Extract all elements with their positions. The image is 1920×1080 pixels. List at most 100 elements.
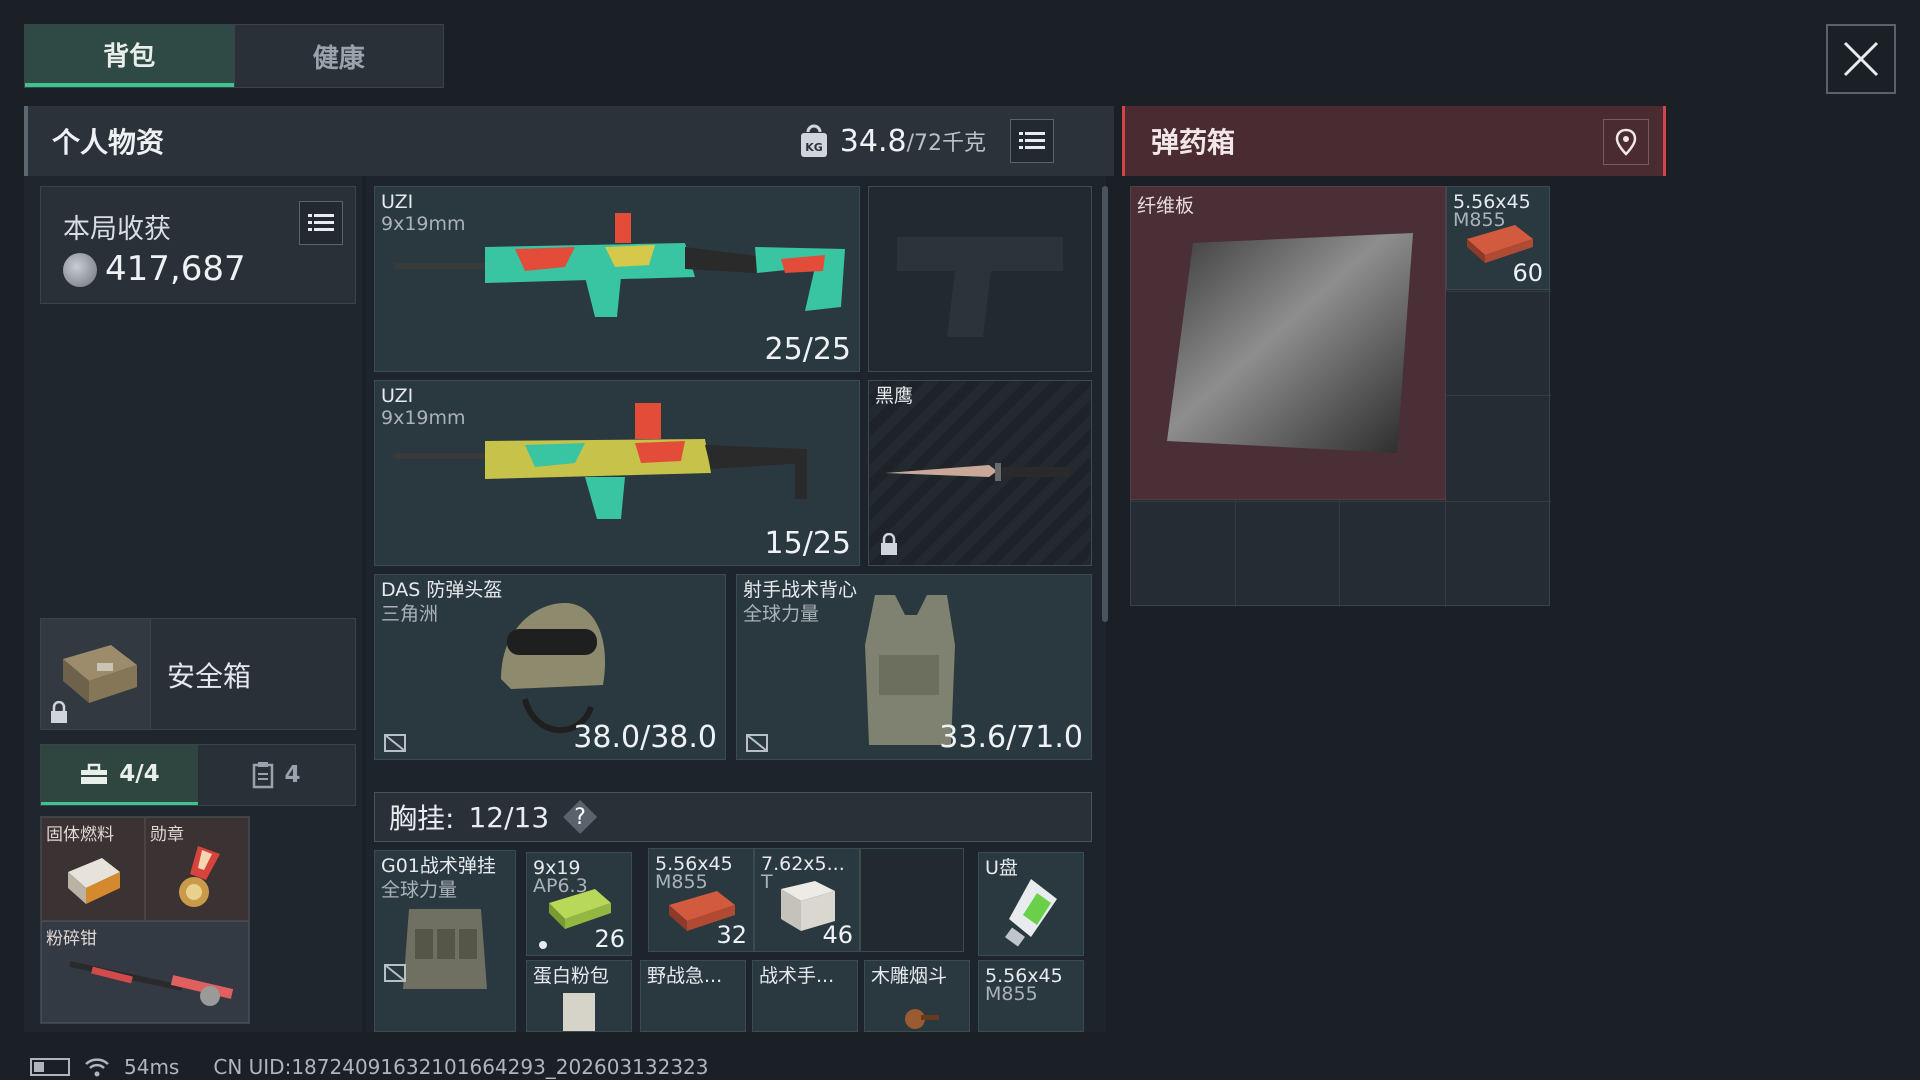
vest-name: 射手战术背心 <box>743 579 858 601</box>
rig-item-carved-pipe[interactable]: 木雕烟斗 <box>864 960 970 1032</box>
item-sub: T <box>761 871 773 893</box>
close-icon <box>1843 41 1879 77</box>
ammo-box-item-556[interactable]: 5.56x45 M855 60 <box>1446 186 1550 290</box>
ammo-box-item-fiberboard[interactable]: 纤维板 <box>1130 186 1446 500</box>
item-name: 粉碎钳 <box>46 929 97 949</box>
weight-max: /72千克 <box>906 131 986 156</box>
chest-rig-icon <box>403 909 487 989</box>
item-qty: 46 <box>822 921 853 949</box>
item-qty: 60 <box>1512 259 1543 287</box>
protein-pack-icon <box>563 993 595 1031</box>
harvest-value: 417,687 <box>105 249 246 289</box>
tab-backpack[interactable]: 背包 <box>25 25 234 87</box>
bolt-cutter-icon <box>69 961 234 1006</box>
item-name: 蛋白粉包 <box>533 965 610 987</box>
item-name: 战术手... <box>759 965 835 987</box>
dot-indicator <box>539 941 547 949</box>
rig-item-chest-rig[interactable]: G01战术弹挂 全球力量 <box>374 850 516 1032</box>
list-icon <box>308 214 334 231</box>
rig-item-tactical-gloves[interactable]: 战术手... <box>752 960 858 1032</box>
item-name: 木雕烟斗 <box>871 965 948 987</box>
close-button[interactable] <box>1826 24 1896 94</box>
personal-supplies-title: 个人物资 <box>52 126 165 159</box>
subtab-clipboard-label: 4 <box>284 762 301 788</box>
item-qty: 26 <box>594 925 625 953</box>
no-repair-icon <box>384 734 406 752</box>
weapon-slot-pistol[interactable] <box>868 186 1092 372</box>
battery-icon <box>30 1058 70 1076</box>
rig-item-protein-pack[interactable]: 蛋白粉包 <box>526 960 632 1032</box>
inventory-tabs: 背包 健康 <box>24 24 444 88</box>
safe-box-slot[interactable]: 安全箱 <box>40 618 356 730</box>
weapon-slot-secondary[interactable]: UZI 9x19mm 15/25 <box>374 380 860 566</box>
vest-slot[interactable]: 射手战术背心 全球力量 33.6/71.0 <box>736 574 1092 760</box>
item-sub: M855 <box>985 983 1038 1005</box>
helmet-slot[interactable]: DAS 防弹头盔 三角洲 38.0/38.0 <box>374 574 726 760</box>
knife-name: 黑鹰 <box>875 385 914 407</box>
weight-indicator: KG 34.8/72千克 <box>798 106 1054 176</box>
subtab-clipboard[interactable]: 4 <box>198 745 355 805</box>
chest-rig-capacity: 12/13 <box>468 800 550 834</box>
rig-item-556-ammo-2[interactable]: 5.56x45 M855 <box>978 960 1084 1032</box>
harvest-card: 本局收获 417,687 <box>40 186 356 304</box>
medal-icon <box>179 846 220 907</box>
vest-durability: 33.6/71.0 <box>939 720 1083 755</box>
wifi-icon <box>85 1058 109 1077</box>
lock-icon <box>51 701 67 723</box>
chest-rig-label: 胸挂: <box>389 802 455 835</box>
rig-item-9x19-ammo[interactable]: 9x19 AP6.3 26 <box>526 852 632 956</box>
status-bar: 54ms CN UID:18724091632101664293_2026031… <box>30 1054 709 1080</box>
weight-current: 34.8 <box>839 123 907 159</box>
coin-icon <box>63 253 97 287</box>
list-icon <box>1019 132 1045 149</box>
rig-item-usb-drive[interactable]: U盘 <box>978 852 1084 956</box>
solid-fuel-icon <box>68 858 120 904</box>
rig-item-762-ammo[interactable]: 7.62x5... T 46 <box>754 848 860 952</box>
weapon-ammo: 25/25 <box>764 332 851 367</box>
uzi-icon <box>395 403 807 519</box>
helmet-brand: 三角洲 <box>381 603 439 625</box>
locate-button[interactable] <box>1603 119 1649 165</box>
pistol-placeholder-icon <box>897 237 1063 337</box>
item-name: 纤维板 <box>1137 195 1195 217</box>
weapon-slot-primary[interactable]: UZI 9x19mm 25/25 <box>374 186 860 372</box>
pouch-item-solid-fuel[interactable]: 固体燃料 <box>41 817 145 921</box>
item-qty: 32 <box>716 921 747 949</box>
fiberboard-icon <box>1167 233 1413 453</box>
ammo-box-header: 弹药箱 <box>1122 106 1666 176</box>
ping-value: 54ms <box>124 1055 180 1079</box>
location-pin-icon <box>1615 128 1637 156</box>
item-name: G01战术弹挂 <box>381 855 496 877</box>
harvest-list-button[interactable] <box>299 201 343 245</box>
lock-icon <box>881 533 897 555</box>
equipment-scrollbar[interactable] <box>1102 186 1108 622</box>
rig-empty-slot[interactable] <box>860 848 964 952</box>
toolbox-icon <box>81 763 108 784</box>
helmet-durability: 38.0/38.0 <box>573 720 717 755</box>
tab-health[interactable]: 健康 <box>233 25 444 87</box>
uid-text: CN UID:18724091632101664293_202603132323 <box>213 1055 709 1079</box>
chest-rig-bar: 胸挂: 12/13 ? <box>374 792 1092 842</box>
pouch-item-medal[interactable]: 勋章 <box>145 817 249 921</box>
item-name: 7.62x5... <box>761 853 845 875</box>
vest-brand: 全球力量 <box>743 603 820 625</box>
pipe-icon <box>905 1009 939 1029</box>
usb-drive-icon <box>1005 879 1057 947</box>
no-repair-icon <box>384 964 406 982</box>
weight-icon: KG <box>800 124 827 157</box>
container-subtabs: 4/4 4 <box>40 744 356 806</box>
pouch-item-bolt-cutter[interactable]: 粉碎钳 <box>41 921 249 1023</box>
no-repair-icon <box>746 734 768 752</box>
help-icon[interactable]: ? <box>563 800 598 834</box>
weapon-ammo: 15/25 <box>764 526 851 561</box>
item-sub: 全球力量 <box>381 879 458 901</box>
knife-icon <box>885 463 1071 481</box>
safe-box-item <box>41 619 151 729</box>
rig-item-556-ammo[interactable]: 5.56x45 M855 32 <box>648 848 754 952</box>
item-name: 野战急... <box>647 965 723 987</box>
melee-slot[interactable]: 黑鹰 <box>868 380 1092 566</box>
subtab-toolbox[interactable]: 4/4 <box>41 745 198 805</box>
pouch-grid: 固体燃料 勋章 粉碎钳 <box>40 816 250 1024</box>
personal-list-button[interactable] <box>1010 119 1054 163</box>
rig-item-field-medkit[interactable]: 野战急... <box>640 960 746 1032</box>
